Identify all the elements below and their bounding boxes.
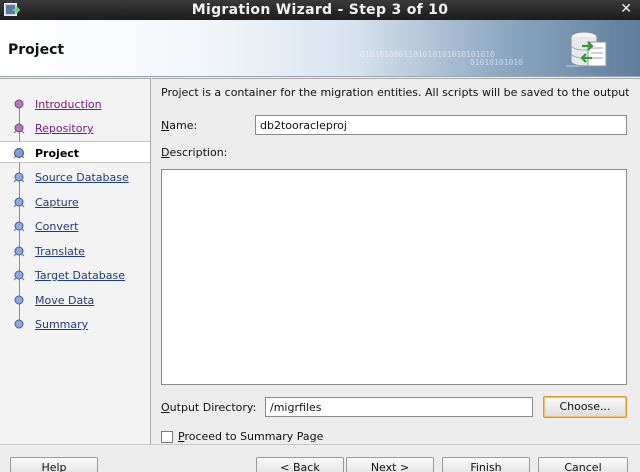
output-label-mnemonic: O bbox=[161, 401, 170, 414]
finish-button[interactable]: Finish bbox=[442, 457, 530, 472]
nav-item-target-database[interactable]: Target Database bbox=[0, 264, 150, 286]
cancel-button[interactable]: Cancel bbox=[538, 457, 628, 472]
database-migrate-icon bbox=[566, 31, 607, 67]
nav-item-source-database[interactable]: Source Database bbox=[0, 166, 150, 188]
step-pending-icon bbox=[13, 246, 25, 257]
choose-button[interactable]: Choose... bbox=[543, 396, 627, 418]
nav-item-translate[interactable]: Translate bbox=[0, 240, 150, 262]
nav-item-label: Introduction bbox=[35, 98, 102, 111]
proceed-to-summary-label: Proceed to Summary Page bbox=[178, 430, 323, 443]
nav-item-repository[interactable]: Repository bbox=[0, 117, 150, 139]
step-visited-icon bbox=[14, 99, 24, 109]
step-pending-icon bbox=[13, 172, 25, 183]
help-button[interactable]: Help bbox=[10, 457, 98, 472]
output-directory-field[interactable] bbox=[265, 397, 533, 417]
nav-item-label: Capture bbox=[35, 196, 79, 209]
step-pending-icon bbox=[13, 197, 25, 208]
step-pending-icon bbox=[14, 319, 24, 329]
name-label-text: ame: bbox=[169, 119, 198, 132]
button-bar: Help < Back Next > Finish Cancel bbox=[0, 444, 640, 472]
wizard-step-nav: Introduction Repository Project Source D… bbox=[0, 78, 151, 444]
output-label-text: utput Directory: bbox=[169, 401, 257, 414]
nav-item-project[interactable]: Project bbox=[0, 141, 150, 163]
nav-item-label: Convert bbox=[35, 220, 79, 233]
nav-item-label: Translate bbox=[35, 245, 85, 258]
output-directory-label: Output Directory: bbox=[161, 401, 256, 414]
nav-item-label: Repository bbox=[35, 122, 94, 135]
nav-item-summary[interactable]: Summary bbox=[0, 313, 150, 335]
back-button[interactable]: < Back bbox=[256, 457, 344, 472]
step-pending-icon bbox=[13, 270, 25, 281]
close-icon[interactable]: ✕ bbox=[620, 1, 632, 17]
nav-item-introduction[interactable]: Introduction bbox=[0, 93, 150, 115]
nav-item-convert[interactable]: Convert bbox=[0, 215, 150, 237]
name-field[interactable] bbox=[255, 115, 627, 135]
page-header: Project 0101010001101010101010101010 010… bbox=[0, 20, 640, 77]
step-pending-icon bbox=[14, 295, 24, 305]
description-textarea[interactable] bbox=[161, 169, 627, 385]
title-bar: Migration Wizard - Step 3 of 10 ✕ bbox=[0, 0, 640, 20]
nav-item-capture[interactable]: Capture bbox=[0, 191, 150, 213]
description-label-text: escription: bbox=[169, 146, 228, 159]
nav-item-label: Move Data bbox=[35, 294, 95, 307]
nav-item-label: Source Database bbox=[35, 171, 129, 184]
proceed-label-text: roceed to Summary Page bbox=[184, 430, 324, 443]
binary-decoration-2: 01010101010 bbox=[470, 58, 523, 67]
step-visited-icon bbox=[13, 123, 25, 134]
nav-item-label: Project bbox=[35, 147, 80, 160]
step-pending-icon bbox=[13, 221, 25, 232]
description-label: Description: bbox=[161, 146, 227, 159]
nav-item-move-data[interactable]: Move Data bbox=[0, 289, 150, 311]
name-label: Name: bbox=[161, 119, 197, 132]
next-button[interactable]: Next > bbox=[346, 457, 434, 472]
project-panel: Project is a container for the migration… bbox=[152, 78, 640, 444]
nav-item-label: Target Database bbox=[35, 269, 126, 282]
page-title: Project bbox=[8, 42, 65, 58]
step-current-icon bbox=[13, 148, 25, 159]
name-label-mnemonic: N bbox=[161, 119, 170, 132]
window-title: Migration Wizard - Step 3 of 10 bbox=[191, 2, 449, 18]
proceed-to-summary-checkbox[interactable] bbox=[161, 431, 173, 443]
nav-item-label: Summary bbox=[35, 318, 89, 331]
panel-description: Project is a container for the migration… bbox=[161, 86, 629, 99]
